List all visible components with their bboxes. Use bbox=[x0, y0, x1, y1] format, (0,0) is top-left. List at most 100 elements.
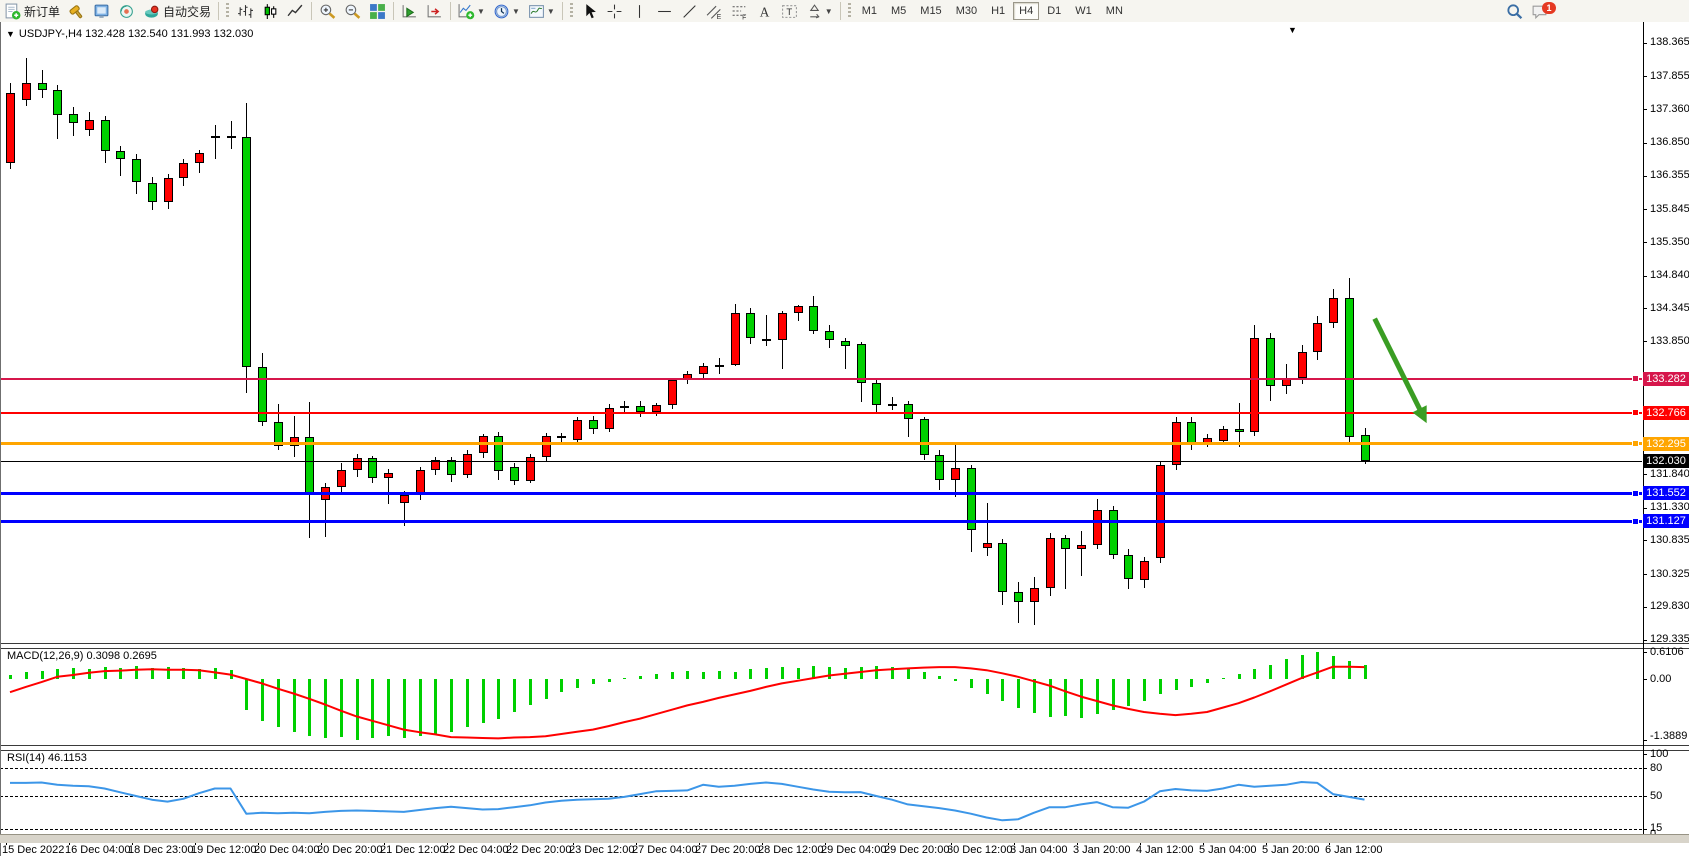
svg-text:F: F bbox=[742, 14, 746, 20]
trendline-icon bbox=[681, 3, 698, 20]
svg-text:E: E bbox=[716, 13, 721, 19]
timeframe-m15-button[interactable]: M15 bbox=[914, 2, 947, 20]
candlestick-chart-button[interactable] bbox=[259, 1, 282, 21]
toolbar-grip bbox=[570, 3, 573, 19]
price-axis-tick bbox=[1643, 607, 1647, 608]
search-icon bbox=[1506, 3, 1523, 20]
timeframe-d1-button[interactable]: D1 bbox=[1041, 2, 1067, 20]
autotrading-icon bbox=[143, 3, 160, 20]
price-axis-label: 136.355 bbox=[1650, 169, 1689, 181]
timeframe-h1-button[interactable]: H1 bbox=[985, 2, 1011, 20]
horizontal-line-button[interactable] bbox=[653, 1, 676, 21]
crosshair-button[interactable] bbox=[603, 1, 626, 21]
new-order-button[interactable]: 新订单 bbox=[1, 1, 63, 21]
timeframe-w1-button[interactable]: W1 bbox=[1069, 2, 1098, 20]
indicators-button[interactable]: ▼ bbox=[455, 1, 488, 21]
dropdown-arrow-icon: ▼ bbox=[477, 7, 485, 16]
status-bar bbox=[0, 834, 1689, 843]
market-watch-button[interactable] bbox=[90, 1, 113, 21]
toolbar: 新订单 自动交易 ▼ ▼ ▼ E F AT ▼ M1M5M15M30H1H4D1W1MN bbox=[0, 0, 1689, 23]
rsi-axis-label: 50 bbox=[1650, 790, 1662, 802]
candlestick-chart-icon bbox=[262, 3, 279, 20]
chat-button[interactable]: 1 bbox=[1528, 1, 1551, 21]
text-button[interactable]: A bbox=[753, 1, 776, 21]
templates-button[interactable]: ▼ bbox=[525, 1, 558, 21]
notification-badge: 1 bbox=[1542, 2, 1556, 14]
search-button[interactable] bbox=[1503, 1, 1526, 21]
trendline-button[interactable] bbox=[678, 1, 701, 21]
macd-axis-label: 0.6106 bbox=[1650, 646, 1684, 658]
price-axis-label: 138.365 bbox=[1650, 36, 1689, 48]
svg-text:A: A bbox=[760, 4, 770, 19]
vertical-line-button[interactable] bbox=[628, 1, 651, 21]
autotrading-button[interactable]: 自动交易 bbox=[140, 1, 214, 21]
toolbar-separator bbox=[218, 2, 219, 20]
price-axis-tick bbox=[1643, 540, 1647, 541]
toolbar-right-group: 1 bbox=[1502, 0, 1552, 22]
cursor-icon bbox=[581, 3, 598, 20]
macd-axis-label: -1.3889 bbox=[1650, 730, 1687, 742]
timeframe-m30-button[interactable]: M30 bbox=[950, 2, 983, 20]
zoom-out-button[interactable] bbox=[341, 1, 364, 21]
price-axis-label: 137.360 bbox=[1650, 103, 1689, 115]
toolbar-separator bbox=[393, 2, 394, 20]
price-axis-tick bbox=[1643, 474, 1647, 475]
arrows-button[interactable]: ▼ bbox=[803, 1, 836, 21]
timeframe-h4-button[interactable]: H4 bbox=[1013, 2, 1039, 20]
metaeditor-button[interactable] bbox=[65, 1, 88, 21]
text-icon: A bbox=[756, 3, 773, 20]
templates-icon bbox=[528, 3, 545, 20]
periods-button[interactable]: ▼ bbox=[490, 1, 523, 21]
dropdown-arrow-icon: ▼ bbox=[825, 7, 833, 16]
tile-windows-button[interactable] bbox=[366, 1, 389, 21]
periods-icon bbox=[493, 3, 510, 20]
dropdown-arrow-icon: ▼ bbox=[512, 7, 520, 16]
auto-scroll-icon bbox=[401, 3, 418, 20]
price-axis-tick bbox=[1643, 276, 1647, 277]
price-axis-tick bbox=[1643, 640, 1647, 641]
auto-scroll-button[interactable] bbox=[398, 1, 421, 21]
sell-arrow-annotation[interactable] bbox=[0, 22, 1642, 864]
timeframe-m1-button[interactable]: M1 bbox=[856, 2, 883, 20]
cursor-button[interactable] bbox=[578, 1, 601, 21]
text-label-button[interactable]: T bbox=[778, 1, 801, 21]
macd-axis-tick bbox=[1643, 740, 1647, 741]
zoom-in-icon bbox=[319, 3, 336, 20]
chart-shift-icon bbox=[426, 3, 443, 20]
price-axis-tick bbox=[1643, 76, 1647, 77]
bar-chart-button[interactable] bbox=[234, 1, 257, 21]
text-label-icon: T bbox=[781, 3, 798, 20]
price-level-label: 133.282 bbox=[1643, 372, 1689, 386]
line-chart-button[interactable] bbox=[284, 1, 307, 21]
autotrading-label: 自动交易 bbox=[163, 3, 211, 20]
equidistant-channel-button[interactable]: E bbox=[703, 1, 726, 21]
price-axis-label: 134.840 bbox=[1650, 269, 1689, 281]
toolbar-separator bbox=[562, 2, 563, 20]
timeframe-mn-button[interactable]: MN bbox=[1100, 2, 1129, 20]
price-axis-tick bbox=[1643, 109, 1647, 110]
price-level-label: 132.295 bbox=[1643, 437, 1689, 451]
fibonacci-button[interactable]: F bbox=[728, 1, 751, 21]
toolbar-separator bbox=[450, 2, 451, 20]
rsi-axis-tick bbox=[1643, 829, 1647, 830]
signals-button[interactable] bbox=[115, 1, 138, 21]
macd-axis-tick bbox=[1643, 652, 1647, 653]
price-axis-tick bbox=[1643, 308, 1647, 309]
price-axis-tick bbox=[1643, 508, 1647, 509]
price-axis-tick bbox=[1643, 143, 1647, 144]
macd-axis-label: 0.00 bbox=[1650, 673, 1671, 685]
dropdown-arrow-icon: ▼ bbox=[547, 7, 555, 16]
price-axis-line bbox=[1643, 22, 1644, 840]
toolbar-grip bbox=[226, 3, 229, 19]
price-axis-label: 136.850 bbox=[1650, 136, 1689, 148]
price-axis-label: 130.325 bbox=[1650, 568, 1689, 580]
chart-shift-button[interactable] bbox=[423, 1, 446, 21]
macd-axis-tick bbox=[1643, 679, 1647, 680]
new-order-icon bbox=[4, 3, 21, 20]
timeframe-m5-button[interactable]: M5 bbox=[885, 2, 912, 20]
price-axis-label: 131.330 bbox=[1650, 501, 1689, 513]
line-chart-icon bbox=[287, 3, 304, 20]
price-axis-tick bbox=[1643, 242, 1647, 243]
zoom-in-button[interactable] bbox=[316, 1, 339, 21]
fibonacci-icon: F bbox=[731, 3, 748, 20]
